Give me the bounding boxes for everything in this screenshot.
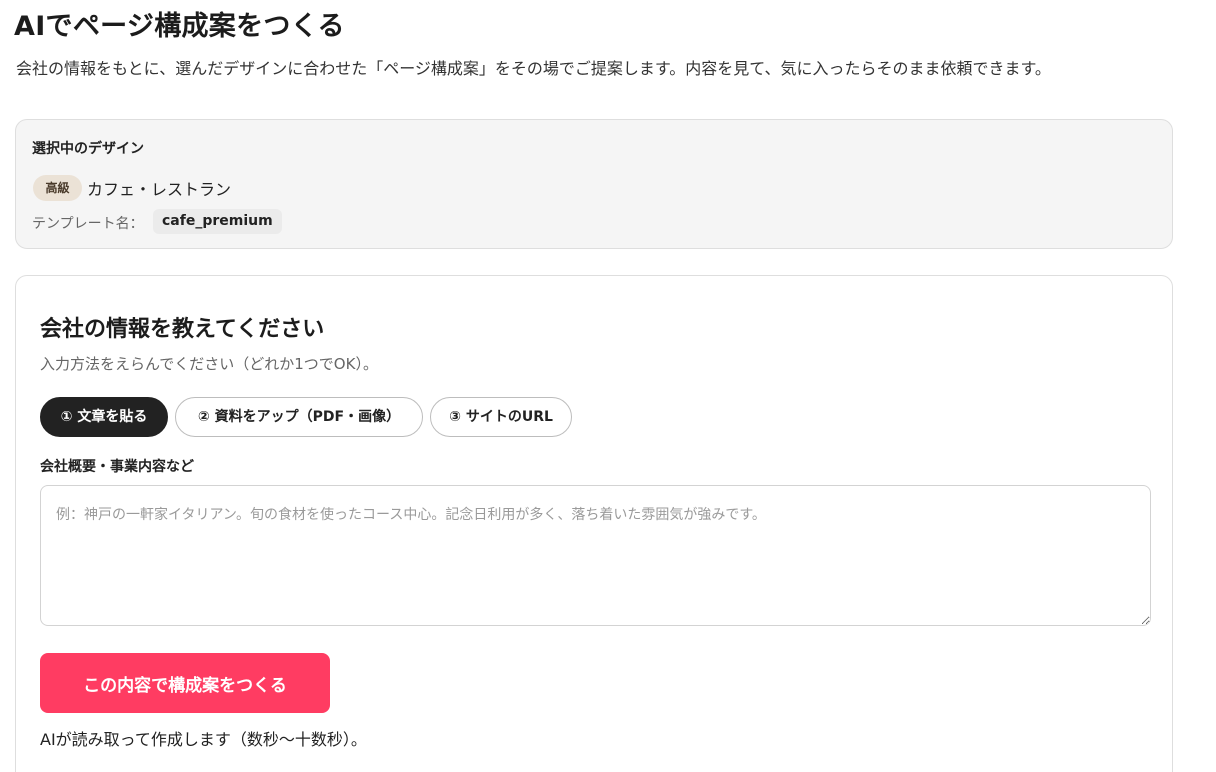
company-overview-label: 会社概要・事業内容など bbox=[40, 459, 194, 475]
page: AIでページ構成案をつくる 会社の情報をもとに、選んだデザインに合わせた「ページ… bbox=[0, 0, 1216, 772]
design-name: カフェ・レストラン bbox=[87, 180, 232, 199]
template-name-value: cafe_premium bbox=[153, 209, 282, 234]
company-overview-textarea[interactable] bbox=[40, 485, 1151, 626]
intro-text: 会社の情報をもとに、選んだデザインに合わせた「ページ構成案」をその場でご提案しま… bbox=[16, 59, 1051, 78]
create-proposal-button[interactable]: この内容で構成案をつくる bbox=[40, 653, 330, 713]
selected-design-card: 選択中のデザイン 高級 カフェ・レストラン テンプレート名： cafe_prem… bbox=[15, 119, 1173, 249]
form-subtitle: 入力方法をえらんでください（どれか1つでOK）。 bbox=[40, 355, 378, 373]
grade-badge: 高級 bbox=[33, 175, 82, 201]
tab-paste-text[interactable]: ① 文章を貼る bbox=[40, 397, 168, 437]
form-heading: 会社の情報を教えてください bbox=[40, 317, 325, 342]
template-name-label: テンプレート名： bbox=[32, 216, 144, 232]
tab-site-url[interactable]: ③ サイトのURL bbox=[430, 397, 572, 437]
page-title: AIでページ構成案をつくる bbox=[14, 11, 345, 42]
company-info-form: 会社の情報を教えてください 入力方法をえらんでください（どれか1つでOK）。 ①… bbox=[15, 275, 1173, 772]
tab-upload-document[interactable]: ② 資料をアップ（PDF・画像） bbox=[175, 397, 423, 437]
selected-design-heading: 選択中のデザイン bbox=[32, 141, 144, 157]
submit-note: AIが読み取って作成します（数秒〜十数秒）。 bbox=[40, 730, 367, 749]
